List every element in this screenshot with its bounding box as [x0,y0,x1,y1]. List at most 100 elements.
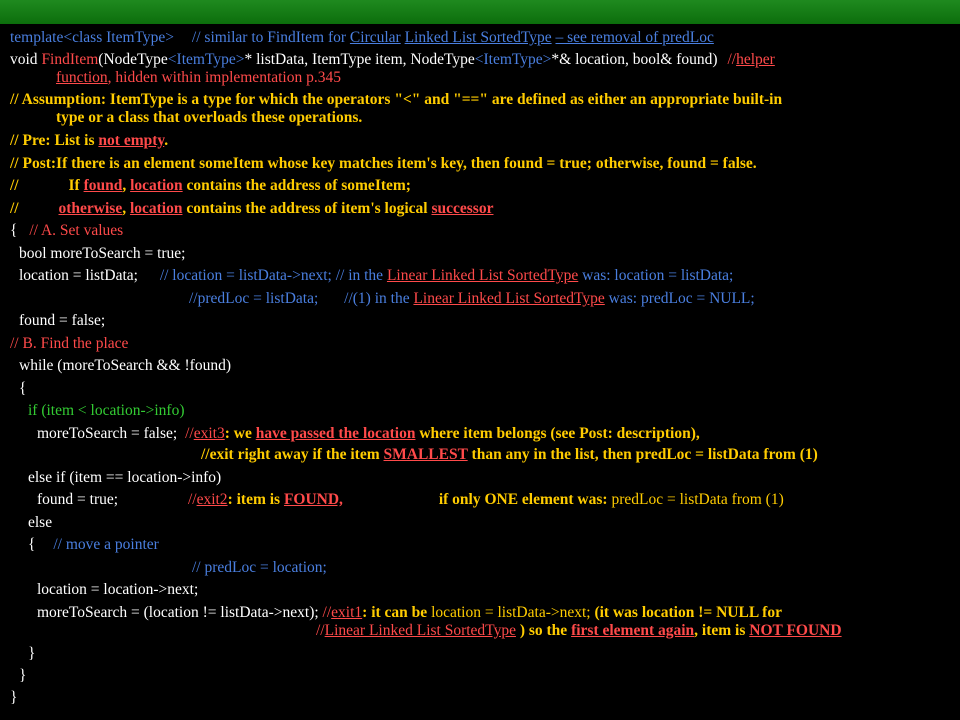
code-line-if-less: if (item < location->info) [28,402,960,420]
linear-list-link: Linear Linked List SortedType [386,267,579,284]
hidden-note: , hidden within implementation p.345 [107,69,341,86]
statement: moreToSearch = (location != listData->ne… [37,604,319,621]
type-parameter: <class ItemType> [63,29,175,46]
punct: , [122,200,130,217]
title-bar [0,0,960,24]
exit3-text: : we [224,425,256,442]
statement: found = false; [19,312,106,329]
comment-text: //exit right away if the item [201,446,384,463]
otherwise-link: otherwise [58,200,123,217]
successor-link: successor [431,200,494,217]
brace: { [10,222,18,239]
comment-slash: // [10,177,19,194]
code-line-close-inner: } [28,645,960,663]
comment-slash: // [322,604,332,621]
one-element-value: predLoc = listData from (1) [611,491,784,508]
linear-list-link: Linear Linked List SortedType [413,290,605,307]
statement: if (item < location->info) [28,402,185,419]
comment-text: // move a pointer [53,536,159,553]
code-line-found-false: found = false; [19,312,960,330]
section-comment: // A. Set values [29,222,124,239]
comment-text: , item is [694,622,750,639]
template-arg: <ItemType> [474,51,552,68]
code-line-signature: void FindItem(NodeType<ItemType>* listDa… [10,51,950,87]
comment-text: than any in the list, then predLoc = lis… [467,446,818,463]
code-line-advance: location = location->next; [37,581,960,599]
comment-text: ) so the [515,622,572,639]
code-line-exit3: moreToSearch = false; //exit3: we have p… [37,425,960,443]
code-line-predloc-comment: // predLoc = location; [192,559,952,577]
pre-condition: // Pre: List is [10,132,99,149]
code-line-bool: bool moreToSearch = true; [19,245,960,263]
exit1-link: exit1 [331,604,363,621]
code-line-brace: { [19,380,960,398]
brace: } [10,689,18,706]
code-line-section-b: // B. Find the place [10,335,960,353]
comment-slash: // [187,491,197,508]
code-line-predloc-note: //predLoc = listData; //(1) in the Linea… [189,290,949,308]
passed-link: have passed the location [255,425,416,442]
assumption-text-cont: type or a class that overloads these ope… [56,109,363,126]
param-text: * listData, ItemType item, NodeType [244,51,475,68]
otherwise-rest: contains the address of item's logical [182,200,432,217]
location-link: location [129,200,183,217]
brace: } [28,645,36,662]
post-condition: // Post:If there is an element someItem … [10,155,757,172]
statement: location = location->next; [37,581,199,598]
if-found-rest: contains the address of someItem; [182,177,411,194]
comment-text: was: predLoc = NULL; [604,290,755,307]
linked-list-link: Linked List SortedType [404,29,552,46]
brace: } [19,667,27,684]
keyword-template: template [10,29,64,46]
comment-slash: // [10,200,19,217]
exit1-rest: (it was location != NULL for [590,604,782,621]
if-text: If [68,177,84,194]
statement: else [28,514,53,531]
punct: . [164,132,169,149]
helper-link: helper [736,51,775,68]
exit1-value: location = listData->next; [431,604,591,621]
found-link: found [83,177,123,194]
comment-slash: // [316,622,325,639]
code-line-exit2: found = true; //exit2: item is FOUND, if… [37,491,960,509]
code-line-pre: // Pre: List is not empty. [10,132,960,150]
statement: else if (item == location->info) [28,469,222,486]
comment-text: //predLoc = listData; [189,290,319,307]
one-element-note: if only ONE element was: [438,491,612,508]
found-caps-link: FOUND, [283,491,343,508]
code-line-post: // Post:If there is an element someItem … [10,155,960,173]
code-line-close-function: } [10,689,960,707]
code-line-otherwise: // otherwise, location contains the addr… [10,200,960,218]
comment-slash: // [185,425,194,442]
exit2-link: exit2 [196,491,228,508]
code-line-exit1: moreToSearch = (location != listData->ne… [37,604,959,622]
brace: { [19,380,27,397]
not-empty-link: not empty [98,132,165,149]
exit2-text: : item is [227,491,284,508]
brace: { [28,536,36,553]
comment-text: // predLoc = location; [192,559,327,576]
statement: found = true; [37,491,119,508]
code-line-close-while: } [19,667,960,685]
see-removal-link: – see removal of predLoc [555,29,714,46]
assumption-text: // Assumption: ItemType is a type for wh… [10,91,783,108]
not-found-link: NOT FOUND [749,622,842,639]
linear-list-link: Linear Linked List SortedType [324,622,516,639]
statement: moreToSearch = false; [37,425,178,442]
section-comment: // B. Find the place [10,335,129,352]
circular-link: Circular [349,29,401,46]
function-link: function [56,69,108,86]
code-line-location: location = listData; // location = listD… [19,267,960,285]
location-link: location [130,177,183,194]
code-line-assumption: // Assumption: ItemType is a type for wh… [10,91,950,127]
first-element-link: first element again [571,622,695,639]
code-line-while: while (moreToSearch && !found) [19,357,960,375]
code-line-if-found: // If found, location contains the addre… [10,177,960,195]
code-line-not-found: //Linear Linked List SortedType ) so the… [316,622,959,640]
code-line-open-brace: { // A. Set values [10,222,960,240]
param-text: (NodeType [98,51,168,68]
code-line-else: else [28,514,960,532]
comment-text: // similar to FindItem for [191,29,347,46]
code-line-template: template<class ItemType> // similar to F… [10,29,960,47]
exit1-text: : it can be [362,604,432,621]
